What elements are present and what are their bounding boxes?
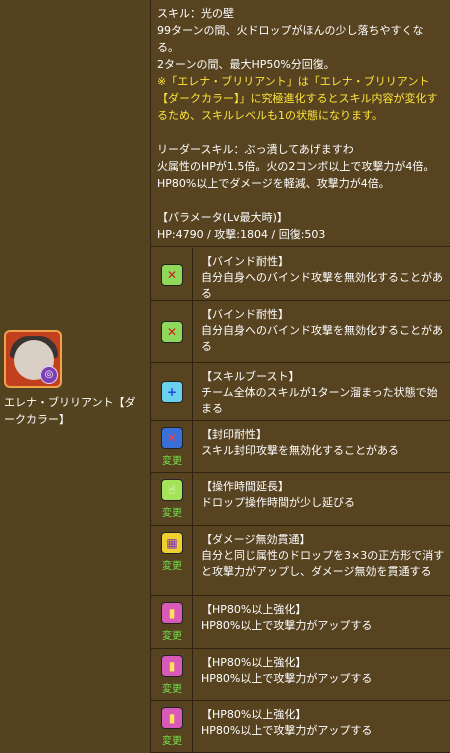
awakening-change-label: 変更 [162,684,182,695]
awakening-row: ▦ 変更 【ダメージ無効貫通】自分と同じ属性のドロップを3×3の正方形で消すと攻撃力… [151,526,450,596]
awakening-body: HP80%以上で攻撃力がアップする [201,724,373,737]
awakening-text: 【バインド耐性】自分自身へのバインド攻撃を無効化することがある [201,307,446,355]
awakening-icon-cell: ✕ 変更 [151,421,193,472]
detail-column: スキル：光の壁 99ターンの間、火ドロップがほんの少し落ちやすくなる。 2ターンの間… [151,0,450,247]
awakening-text: 【HP80%以上強化】 HP80%以上で攻撃力がアップする [201,602,446,634]
character-portrait-icon[interactable]: ◎ [4,330,62,388]
awakening-text: 【HP80%以上強化】 HP80%以上で攻撃力がアップする [201,707,446,739]
description-line: 火属性のHPが1.5倍。火の2コンボ以上で攻撃力が4倍。 [157,160,435,173]
awakening-icon-cell: ▮ 変更 [151,649,193,700]
awakening-change-label: 変更 [162,561,182,572]
description-line: スキル：光の壁 [157,7,234,20]
awakening-text: 【バインド耐性】自分自身へのバインド攻撃を無効化することがある [201,254,446,302]
awakening-icon-cell: ✕ [151,301,193,362]
awakening-icon-cell: ✕ [151,248,193,300]
description-line: HP80%以上でダメージを軽減、攻撃力が4倍。 [157,177,390,190]
awakening-text: 【スキルブースト】チーム全体のスキルが1ターン溜まった状態で始まる [201,369,446,417]
description-line: 【パラメータ(Lv最大時)】 [157,211,288,224]
awakening-body: スキル封印攻撃を無効化することがある [201,444,399,457]
awakening-icon-cell: ▮ 変更 [151,701,193,752]
awakening-body: HP80%以上で攻撃力がアップする [201,619,373,632]
awakening-body: HP80%以上で攻撃力がアップする [201,672,373,685]
skill-boost-icon[interactable]: + [161,381,183,403]
description-line: 2ターンの間、最大HP50%分回復。 [157,58,335,71]
awakening-body: 自分自身へのバインド攻撃を無効化することがある [201,324,443,353]
awakening-row: ✕ 【バインド耐性】自分自身へのバインド攻撃を無効化することがある [151,248,450,301]
character-cell: ◎ エレナ・ブリリアント【ダークカラー】 [0,0,151,753]
awakening-body: 自分と同じ属性のドロップを3×3の正方形で消すと攻撃力がアップし、ダメージ無効を… [201,549,445,578]
awakening-icon-cell: ▦ 変更 [151,526,193,595]
character-detail-table: ◎ エレナ・ブリリアント【ダークカラー】 スキル：光の壁 99ターンの間、火ドロッ… [0,0,450,753]
awakening-row: + 【スキルブースト】チーム全体のスキルが1ターン溜まった状態で始まる [151,363,450,421]
character-name[interactable]: エレナ・ブリリアント【ダークカラー】 [4,394,146,428]
description-line: 99ターンの間、火ドロップがほんの少し落ちやすくなる。 [157,24,424,54]
description-line: リーダースキル：ぶっ潰してあげますわ [157,143,354,156]
description-line: HP:4790 / 攻撃:1804 / 回復:503 [157,228,326,241]
awakening-row: ▮ 変更 【HP80%以上強化】 HP80%以上で攻撃力がアップする [151,701,450,753]
damage-void-pierce-icon[interactable]: ▦ [161,532,183,554]
awakening-row: ✕ 変更 【封印耐性】スキル封印攻撃を無効化することがある [151,421,450,473]
awakening-icon-cell: + [151,363,193,420]
character-box: ◎ エレナ・ブリリアント【ダークカラー】 [4,330,146,428]
description-gap [157,192,444,209]
hp80-boost-icon[interactable]: ▮ [161,707,183,729]
awakening-icon-cell: ▮ 変更 [151,596,193,648]
awakening-row: ▮ 変更 【HP80%以上強化】 HP80%以上で攻撃力がアップする [151,649,450,701]
awakening-title: 【HP80%以上強化】 [201,603,307,616]
awakening-change-label: 変更 [162,508,182,519]
awakening-icon-cell: ☝ 変更 [151,473,193,525]
awakening-title: 【バインド耐性】 [201,308,289,321]
awakening-change-label: 変更 [162,736,182,747]
awakening-title: 【封印耐性】 [201,428,267,441]
hp80-boost-icon[interactable]: ▮ [161,655,183,677]
awakening-title: 【スキルブースト】 [201,370,300,383]
bind-resist-icon[interactable]: ✕ [161,321,183,343]
description-line: ※「エレナ・ブリリアント」は「エレナ・ブリリアント【ダークカラー】」に究極進化す… [157,75,438,122]
awakening-title: 【ダメージ無効貫通】 [201,533,311,546]
hp80-boost-icon[interactable]: ▮ [161,602,183,624]
awakening-text: 【ダメージ無効貫通】自分と同じ属性のドロップを3×3の正方形で消すと攻撃力がアッ… [201,532,446,580]
seal-resist-icon[interactable]: ✕ [161,427,183,449]
awakening-body: ドロップ操作時間が少し延びる [201,496,355,509]
bind-resist-icon[interactable]: ✕ [161,264,183,286]
awakening-change-label: 変更 [162,631,182,642]
ultimate-badge-icon: ◎ [40,366,58,384]
awakening-change-label: 変更 [162,456,182,467]
awakening-text: 【操作時間延長】ドロップ操作時間が少し延びる [201,479,446,511]
awakening-title: 【バインド耐性】 [201,255,289,268]
awakening-body: 自分自身へのバインド攻撃を無効化することがある [201,271,443,300]
awakening-body: チーム全体のスキルが1ターン溜まった状態で始まる [201,386,438,415]
awakening-row: ✕ 【バインド耐性】自分自身へのバインド攻撃を無効化することがある [151,301,450,363]
awakening-title: 【HP80%以上強化】 [201,708,307,721]
awakening-text: 【HP80%以上強化】 HP80%以上で攻撃力がアップする [201,655,446,687]
skill-description: スキル：光の壁 99ターンの間、火ドロップがほんの少し落ちやすくなる。 2ターンの間… [151,0,450,247]
awakening-title: 【HP80%以上強化】 [201,656,307,669]
awakening-row: ▮ 変更 【HP80%以上強化】 HP80%以上で攻撃力がアップする [151,596,450,649]
awakening-row: ☝ 変更 【操作時間延長】ドロップ操作時間が少し延びる [151,473,450,526]
awakening-title: 【操作時間延長】 [201,480,289,493]
awakening-text: 【封印耐性】スキル封印攻撃を無効化することがある [201,427,446,459]
description-gap [157,124,444,141]
time-extend-icon[interactable]: ☝ [161,479,183,501]
